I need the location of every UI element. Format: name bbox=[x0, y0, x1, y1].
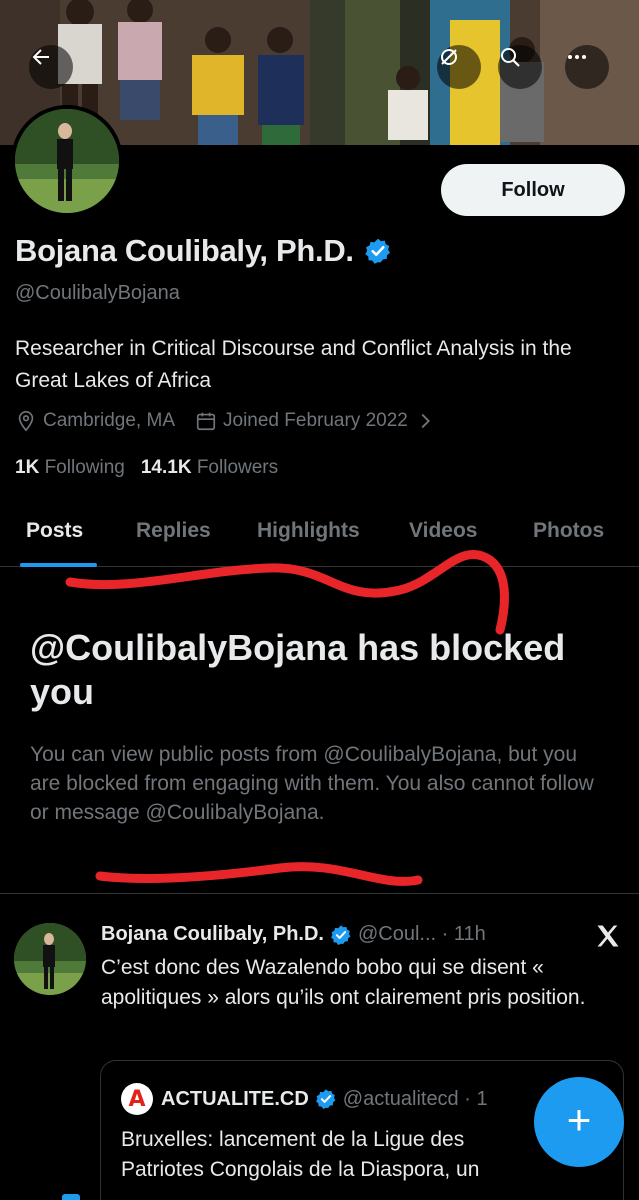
tab-photos[interactable]: Photos bbox=[533, 519, 604, 543]
post-handle-time: @Coul... · 11h bbox=[358, 923, 486, 945]
x-logo-icon[interactable] bbox=[594, 922, 622, 950]
profile-name-row: Bojana Coulibaly, Ph.D. bbox=[15, 233, 392, 269]
search-button[interactable] bbox=[498, 45, 542, 89]
verified-badge-icon[interactable] bbox=[364, 237, 392, 265]
followers-label: Followers bbox=[196, 457, 279, 478]
active-tab-indicator bbox=[20, 563, 97, 567]
post-verified-badge-icon bbox=[330, 924, 352, 946]
post-avatar-photo bbox=[14, 923, 86, 995]
bottom-nav-indicator bbox=[62, 1194, 80, 1200]
profile-tabs: Posts Replies Highlights Videos Photos bbox=[0, 505, 639, 567]
following-label: Following bbox=[44, 457, 125, 478]
compose-post-button[interactable]: + bbox=[534, 1077, 624, 1167]
location-pin-icon bbox=[18, 411, 34, 432]
more-icon bbox=[568, 55, 586, 59]
profile-bio: Researcher in Critical Discourse and Con… bbox=[15, 337, 572, 392]
section-divider bbox=[0, 893, 639, 894]
blocked-description: You can view public posts from @Coulibal… bbox=[30, 743, 594, 824]
post-text: C’est donc des Wazalendo bobo qui se dis… bbox=[101, 956, 586, 1009]
avatar-photo bbox=[15, 109, 119, 213]
chevron-right-icon bbox=[421, 413, 430, 429]
profile-handle: @CoulibalyBojana bbox=[15, 282, 180, 304]
tab-highlights[interactable]: Highlights bbox=[257, 519, 360, 543]
location-item: Cambridge, MA bbox=[15, 410, 175, 432]
quoted-author-name: ACTUALITE.CD bbox=[161, 1087, 309, 1110]
plus-icon: + bbox=[566, 1096, 592, 1143]
location-text: Cambridge, MA bbox=[43, 410, 175, 431]
quoted-handle-time: @actualitecd · 1 bbox=[342, 1087, 488, 1110]
follow-button[interactable]: Follow bbox=[441, 164, 625, 216]
quoted-post-header: A ACTUALITE.CD @actualitecd · 1 bbox=[121, 1083, 488, 1115]
profile-name: Bojana Coulibaly, Ph.D. bbox=[15, 233, 354, 268]
joined-item[interactable]: Joined February 2022 bbox=[195, 410, 436, 432]
profile-meta: Cambridge, MA Joined February 2022 bbox=[15, 410, 456, 432]
post-header: Bojana Coulibaly, Ph.D. @Coul... · 11h bbox=[101, 923, 486, 946]
more-button[interactable] bbox=[565, 45, 609, 89]
following-count: 1K bbox=[15, 457, 40, 478]
tab-videos[interactable]: Videos bbox=[409, 519, 477, 543]
actualite-logo-icon: A bbox=[121, 1083, 153, 1115]
tab-replies[interactable]: Replies bbox=[136, 519, 211, 543]
tab-posts[interactable]: Posts bbox=[26, 519, 83, 543]
followers-count: 14.1K bbox=[140, 457, 192, 478]
post-author-avatar[interactable] bbox=[14, 923, 86, 995]
calendar-icon bbox=[196, 412, 216, 431]
following-link[interactable]: 1K Following bbox=[15, 457, 125, 479]
post-author-name[interactable]: Bojana Coulibaly, Ph.D. bbox=[101, 923, 324, 946]
refresh-button[interactable] bbox=[437, 45, 481, 89]
followers-link[interactable]: 14.1K Followers bbox=[141, 457, 278, 479]
back-button[interactable] bbox=[29, 45, 73, 89]
blocked-title: @CoulibalyBojana has blocked you bbox=[30, 627, 566, 712]
refresh-icon bbox=[441, 49, 457, 65]
profile-avatar[interactable] bbox=[11, 105, 123, 217]
joined-text: Joined February 2022 bbox=[223, 410, 408, 431]
follow-counts: 1K Following 14.1K Followers bbox=[15, 457, 278, 479]
quoted-verified-badge-icon bbox=[315, 1088, 337, 1110]
quoted-post-text: Bruxelles: lancement de la Ligue des Pat… bbox=[121, 1128, 480, 1181]
annotation-stroke-bottom bbox=[95, 862, 423, 886]
arrow-left-icon bbox=[32, 49, 49, 65]
search-icon bbox=[501, 48, 520, 67]
logo-letter: A bbox=[128, 1086, 146, 1112]
